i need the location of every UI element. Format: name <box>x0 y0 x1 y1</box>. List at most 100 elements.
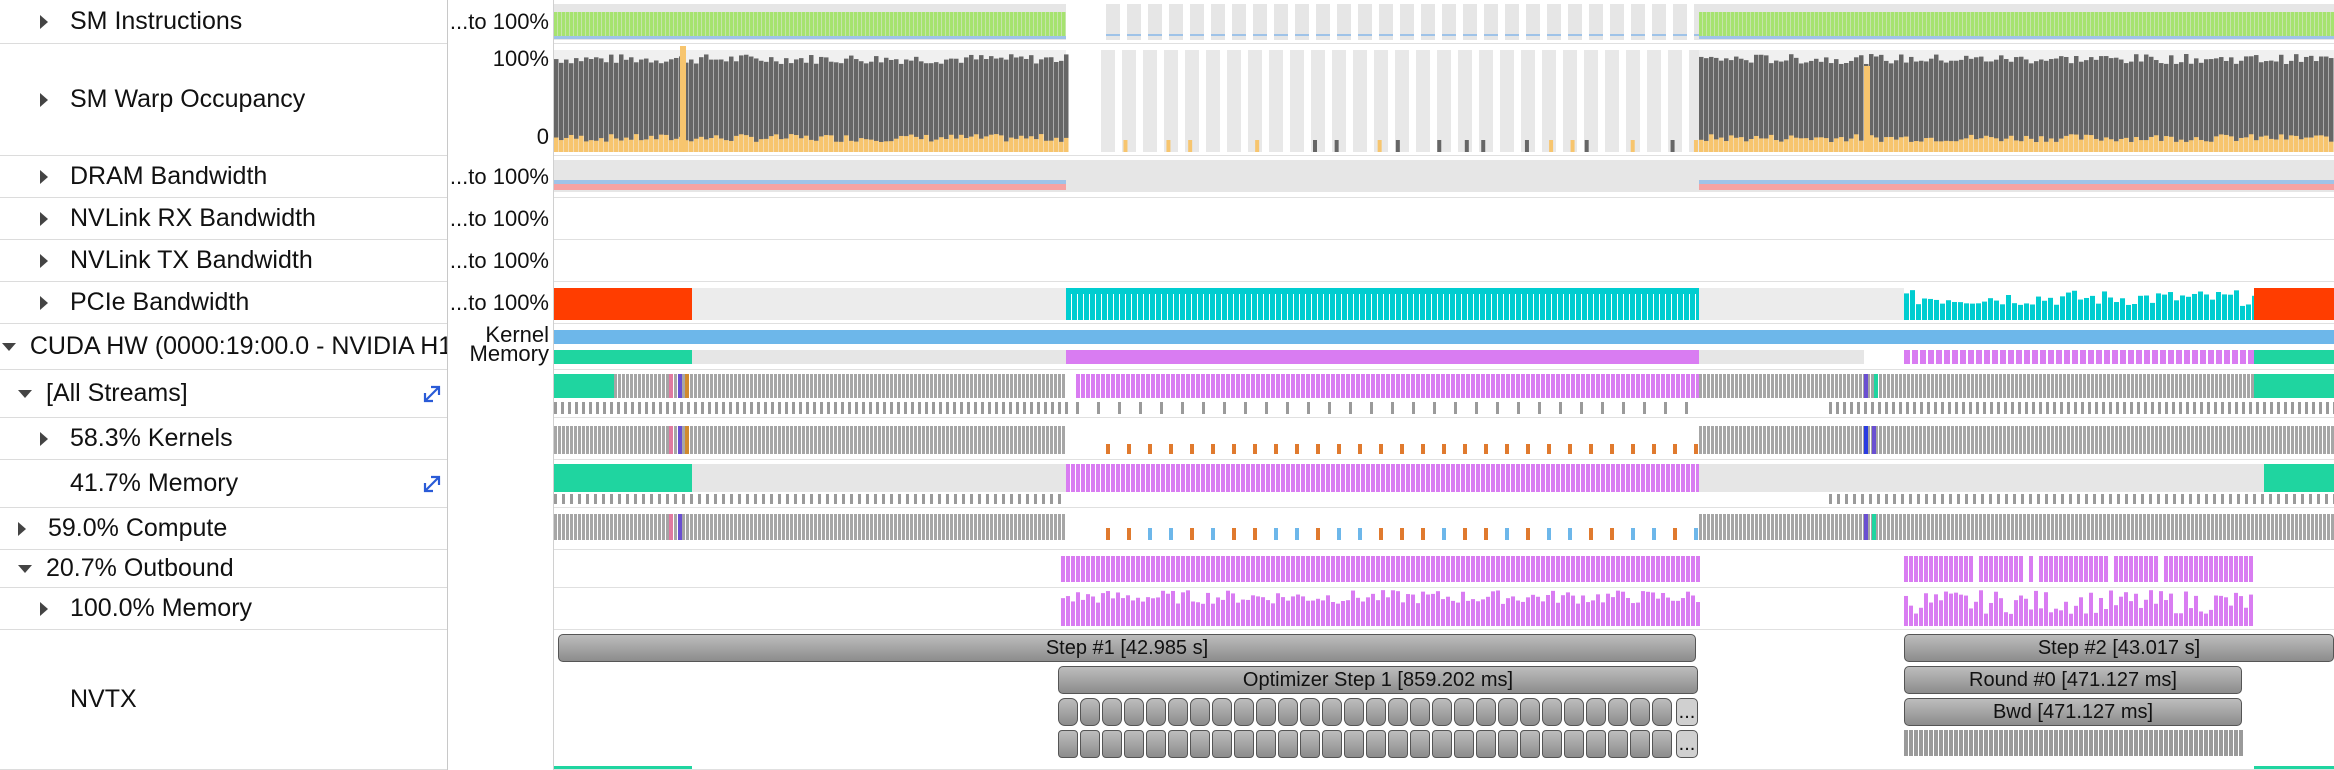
tree-row-13[interactable]: NVTX <box>0 630 447 770</box>
nvtx-segment[interactable] <box>1102 698 1122 726</box>
nvtx-segment[interactable] <box>1344 698 1364 726</box>
nvtx-bwd[interactable]: Bwd [471.127 ms] <box>1904 698 2242 726</box>
nvtx-segment[interactable] <box>1212 730 1232 758</box>
occupancy-bar <box>1919 60 1924 152</box>
nvtx-optimizer-step[interactable]: Optimizer Step 1 [859.202 ms] <box>1058 666 1698 694</box>
tree-row-12[interactable]: 100.0% Memory <box>0 588 447 630</box>
nvtx-segment[interactable] <box>1476 730 1496 758</box>
nvtx-segment[interactable] <box>1322 698 1342 726</box>
expand-caret-icon[interactable] <box>40 253 48 268</box>
timeline-area[interactable]: Step #1 [42.985 s] Step #2 [43.017 s] Opti… <box>554 0 2334 770</box>
tree-row-8[interactable]: 58.3% Kernels <box>0 418 447 460</box>
nvtx-segment[interactable] <box>1366 730 1386 758</box>
nvtx-segment[interactable] <box>1344 730 1364 758</box>
kernel-bar <box>2011 426 2014 454</box>
expand-icon[interactable] <box>421 473 443 495</box>
nvtx-segment[interactable] <box>1652 730 1672 758</box>
nvtx-segment[interactable] <box>1410 730 1430 758</box>
nvtx-segment[interactable] <box>1234 730 1254 758</box>
expand-caret-icon[interactable] <box>40 601 48 616</box>
pcie-bar <box>2090 295 2095 320</box>
nvtx-segment[interactable] <box>1058 698 1078 726</box>
nvtx-segment[interactable] <box>1542 698 1562 726</box>
expand-icon[interactable] <box>421 383 443 405</box>
nvtx-segment[interactable] <box>1190 730 1210 758</box>
nvtx-segment[interactable] <box>1124 698 1144 726</box>
nvtx-segment[interactable] <box>1454 730 1474 758</box>
nvtx-segment[interactable] <box>1190 698 1210 726</box>
tree-row-7[interactable]: [All Streams] <box>0 370 447 418</box>
collapse-caret-icon[interactable] <box>2 342 16 351</box>
nvtx-segment[interactable] <box>1124 730 1144 758</box>
nvtx-segment[interactable] <box>1476 698 1496 726</box>
tree-row-1[interactable]: SM Warp Occupancy <box>0 44 447 156</box>
expand-caret-icon[interactable] <box>40 295 48 310</box>
nvtx-segment[interactable] <box>1080 730 1100 758</box>
nvtx-segment[interactable] <box>1278 698 1298 726</box>
occupancy-bar <box>2159 63 2164 153</box>
nvtx-segment[interactable] <box>1586 698 1606 726</box>
nvtx-segment[interactable] <box>1520 698 1540 726</box>
tree-row-10[interactable]: 59.0% Compute <box>0 508 447 550</box>
nvtx-segment[interactable] <box>1146 698 1166 726</box>
nvtx-segment[interactable] <box>1586 730 1606 758</box>
tree-row-11[interactable]: 20.7% Outbound <box>0 550 447 588</box>
nvtx-segment[interactable] <box>1388 698 1408 726</box>
nvtx-segment[interactable] <box>1102 730 1122 758</box>
expand-caret-icon[interactable] <box>40 431 48 446</box>
nvtx-segment[interactable] <box>1256 698 1276 726</box>
nvtx-segment[interactable] <box>1630 698 1650 726</box>
nvtx-segment[interactable] <box>1146 730 1166 758</box>
nvtx-step-2[interactable]: Step #2 [43.017 s] <box>1904 634 2334 662</box>
nvtx-segment[interactable] <box>1322 730 1342 758</box>
expand-caret-icon[interactable] <box>18 521 26 536</box>
nvtx-segment[interactable] <box>1630 730 1650 758</box>
tree-row-3[interactable]: NVLink RX Bandwidth <box>0 198 447 240</box>
nvtx-segment[interactable] <box>1388 730 1408 758</box>
collapse-caret-icon[interactable] <box>18 564 32 573</box>
nvtx-segment[interactable] <box>1080 698 1100 726</box>
nvtx-segment[interactable] <box>1256 730 1276 758</box>
nvtx-segment[interactable] <box>1300 698 1320 726</box>
nvtx-segment[interactable] <box>1564 698 1584 726</box>
nvtx-segment[interactable] <box>1542 730 1562 758</box>
nvtx-segment[interactable] <box>1454 698 1474 726</box>
nvtx-segment[interactable] <box>1564 730 1584 758</box>
nvtx-segment[interactable] <box>1168 698 1188 726</box>
nvtx-segment[interactable] <box>1058 730 1078 758</box>
tree-row-4[interactable]: NVLink TX Bandwidth <box>0 240 447 282</box>
nvtx-segment[interactable] <box>1366 698 1386 726</box>
nvtx-segment[interactable] <box>1608 698 1628 726</box>
nvtx-segment[interactable] <box>1410 698 1430 726</box>
collapse-caret-icon[interactable] <box>18 389 32 398</box>
kernel-bar <box>1995 426 1998 454</box>
nvtx-segment[interactable] <box>1608 730 1628 758</box>
tree-row-2[interactable]: DRAM Bandwidth <box>0 156 447 198</box>
expand-caret-icon[interactable] <box>40 211 48 226</box>
nvtx-segment[interactable] <box>1432 698 1452 726</box>
nvtx-more[interactable]: ... <box>1676 730 1698 758</box>
nvtx-more[interactable]: ... <box>1676 698 1698 726</box>
expand-caret-icon[interactable] <box>40 169 48 184</box>
nvtx-segment[interactable] <box>1234 698 1254 726</box>
nvtx-round-0[interactable]: Round #0 [471.127 ms] <box>1904 666 2242 694</box>
nvtx-segment[interactable] <box>1520 730 1540 758</box>
nvtx-segment[interactable] <box>1498 698 1518 726</box>
nvtx-segment[interactable] <box>1168 730 1188 758</box>
tree-row-5[interactable]: PCIe Bandwidth <box>0 282 447 324</box>
tree-row-6[interactable]: CUDA HW (0000:19:00.0 - NVIDIA H1 <box>0 324 447 370</box>
tree-row-9[interactable]: 41.7% Memory <box>0 460 447 508</box>
nvtx-segment[interactable] <box>1652 698 1672 726</box>
kernel-bar <box>2051 514 2054 540</box>
expand-caret-icon[interactable] <box>40 92 48 107</box>
nvtx-segment[interactable] <box>1212 698 1232 726</box>
kernel-bar <box>2015 514 2018 540</box>
expand-caret-icon[interactable] <box>40 14 48 29</box>
nvtx-segment[interactable] <box>1432 730 1452 758</box>
nvtx-segment[interactable] <box>1498 730 1518 758</box>
tree-row-0[interactable]: SM Instructions <box>0 0 447 44</box>
memory-bar <box>554 464 692 492</box>
nvtx-segment[interactable] <box>1278 730 1298 758</box>
nvtx-segment[interactable] <box>1300 730 1320 758</box>
nvtx-step-1[interactable]: Step #1 [42.985 s] <box>558 634 1696 662</box>
